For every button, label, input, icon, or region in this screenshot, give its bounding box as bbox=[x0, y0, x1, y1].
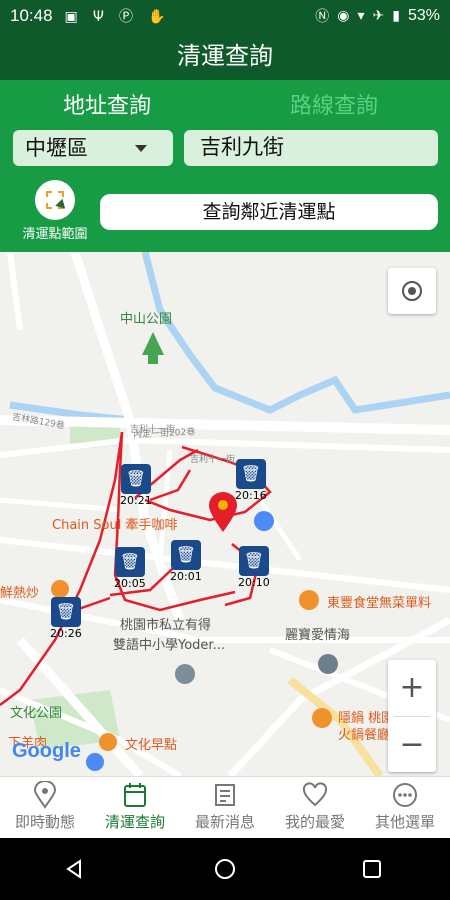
status-bar: 10:48 ▣ Ψ Ⓟ ✋ Ⓝ ◉ ▾ ✈ ▮ 53% bbox=[0, 0, 450, 32]
hand-icon: ✋ bbox=[148, 9, 166, 25]
range-button[interactable]: 清運點範圍 bbox=[14, 180, 96, 244]
image-icon: ▣ bbox=[64, 9, 78, 25]
tab-address-query[interactable]: 地址查詢 bbox=[63, 88, 151, 120]
page-title: 清運查詢 bbox=[0, 32, 450, 80]
poi-label: 文化早點 bbox=[125, 738, 178, 753]
trash-bin-icon: 🗑 bbox=[170, 540, 201, 570]
heart-icon bbox=[302, 782, 328, 807]
tab-route-query[interactable]: 路線查詢 bbox=[290, 88, 378, 120]
news-icon bbox=[215, 784, 235, 806]
district-value: 中壢區 bbox=[25, 136, 88, 160]
google-attribution: Google bbox=[12, 740, 81, 762]
dropdown-arrow-icon bbox=[135, 145, 147, 152]
home-icon bbox=[215, 859, 235, 879]
nearby-search-button[interactable]: 查詢鄰近清運點 bbox=[100, 194, 438, 230]
bottom-nav: 即時動態 清運查詢 最新消息 我的最愛 其他選單 bbox=[0, 776, 450, 838]
bin-marker[interactable]: 🗑 20:21 bbox=[120, 464, 152, 507]
trash-bin-icon: 🗑 bbox=[50, 597, 81, 627]
status-time: 10:48 bbox=[10, 6, 53, 25]
street-input[interactable] bbox=[184, 130, 438, 166]
bin-marker[interactable]: 🗑 20:26 bbox=[50, 597, 82, 640]
poi-label: 東豐食堂無菜單料 bbox=[327, 596, 432, 611]
battery-level: 53% bbox=[407, 7, 440, 24]
bin-marker[interactable]: 🗑 20:05 bbox=[114, 547, 146, 590]
calendar-icon bbox=[124, 783, 146, 807]
district-select[interactable]: 中壢區 bbox=[13, 130, 173, 166]
parking-icon: Ⓟ bbox=[119, 9, 133, 25]
poi-label: 雙語中小學Yoder... bbox=[113, 638, 225, 653]
wifi-icon: ▾ bbox=[357, 8, 365, 24]
map[interactable]: 中山公園 Chain Soul 牽手咖啡 東豐食堂無菜單料 桃園市私立有得 雙語… bbox=[0, 252, 450, 776]
trash-bin-icon: 🗑 bbox=[238, 546, 269, 576]
poi-label: 文化公園 bbox=[10, 706, 63, 721]
bin-marker[interactable]: 🗑 20:01 bbox=[170, 540, 202, 583]
park-icon bbox=[142, 332, 164, 364]
search-panel: 地址查詢 路線查詢 中壢區 清運點範圍 查詢鄰近清運點 bbox=[0, 80, 450, 252]
nav-item-news[interactable]: 最新消息 bbox=[180, 777, 270, 838]
nfc-icon: Ⓝ bbox=[315, 9, 330, 25]
destination-pin-icon bbox=[209, 492, 237, 532]
selection-range-icon bbox=[35, 180, 75, 220]
bin-marker[interactable]: 🗑 20:10 bbox=[238, 546, 270, 589]
street-label: 吉利十一街 bbox=[190, 455, 236, 465]
nav-item-more[interactable]: 其他選單 bbox=[360, 777, 450, 838]
trash-bin-icon: 🗑 bbox=[235, 459, 266, 489]
system-navigation-bar bbox=[0, 838, 450, 900]
more-icon bbox=[393, 783, 417, 807]
trash-bin-icon: 🗑 bbox=[120, 464, 151, 494]
battery-icon: ▮ bbox=[392, 8, 400, 24]
location-icon: ◉ bbox=[337, 8, 350, 24]
poi-label: Chain Soul 牽手咖啡 bbox=[52, 518, 178, 533]
nav-item-live-status[interactable]: 即時動態 bbox=[0, 777, 90, 838]
bin-marker[interactable]: 🗑 20:16 bbox=[235, 459, 267, 502]
zoom-control: + − bbox=[388, 660, 436, 772]
poi-label: 鮮熱炒 bbox=[0, 586, 40, 601]
range-label: 清運點範圍 bbox=[22, 227, 88, 242]
poi-label: 桃園市私立有得 bbox=[120, 618, 212, 633]
zoom-out-button[interactable]: − bbox=[388, 717, 436, 773]
usb-icon: Ψ bbox=[92, 9, 104, 25]
my-location-button[interactable] bbox=[388, 268, 436, 314]
zoom-in-button[interactable]: + bbox=[388, 660, 436, 716]
poi-label: 麗寶愛情海 bbox=[285, 628, 351, 643]
poi-label: 中山公園 bbox=[120, 312, 173, 327]
nav-item-favorites[interactable]: 我的最愛 bbox=[270, 777, 360, 838]
airplane-icon: ✈ bbox=[372, 8, 385, 24]
nav-item-collection-query[interactable]: 清運查詢 bbox=[90, 777, 180, 838]
trash-bin-icon: 🗑 bbox=[114, 547, 145, 577]
back-icon bbox=[66, 859, 81, 879]
location-pin-icon bbox=[33, 781, 57, 809]
recents-icon bbox=[363, 860, 381, 878]
